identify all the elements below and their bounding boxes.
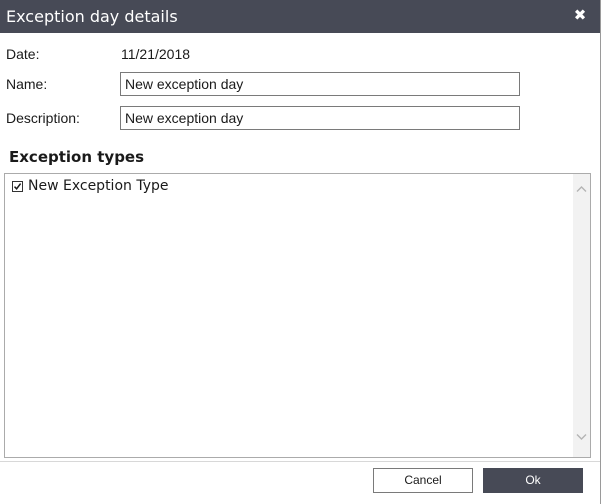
list-item[interactable]: New Exception Type bbox=[12, 177, 169, 195]
exception-type-checkbox[interactable] bbox=[12, 180, 23, 192]
ok-button[interactable]: Ok bbox=[483, 468, 583, 493]
exception-type-label: New Exception Type bbox=[28, 178, 169, 194]
exception-types-title: Exception types bbox=[9, 148, 145, 166]
dialog-title: Exception day details bbox=[6, 7, 178, 26]
close-icon[interactable]: ✖ bbox=[573, 8, 587, 24]
name-row: Name: bbox=[0, 72, 600, 96]
cancel-button[interactable]: Cancel bbox=[373, 468, 473, 493]
dialog-titlebar: Exception day details ✖ bbox=[0, 0, 600, 33]
name-label: Name: bbox=[6, 76, 48, 92]
exception-day-dialog: Exception day details ✖ Date: 11/21/2018… bbox=[0, 0, 601, 504]
date-value: 11/21/2018 bbox=[121, 46, 191, 62]
description-label: Description: bbox=[6, 110, 80, 126]
chevron-down-icon[interactable] bbox=[576, 431, 587, 442]
name-input[interactable] bbox=[120, 72, 520, 96]
vertical-scrollbar[interactable] bbox=[573, 174, 590, 457]
checkmark-icon bbox=[13, 182, 22, 190]
date-label: Date: bbox=[6, 46, 40, 62]
chevron-up-icon[interactable] bbox=[576, 184, 587, 195]
description-row: Description: bbox=[0, 106, 600, 130]
date-row: Date: 11/21/2018 bbox=[0, 42, 600, 66]
exception-types-list[interactable]: New Exception Type bbox=[4, 173, 591, 458]
description-input[interactable] bbox=[120, 106, 520, 130]
footer-divider bbox=[0, 461, 600, 462]
